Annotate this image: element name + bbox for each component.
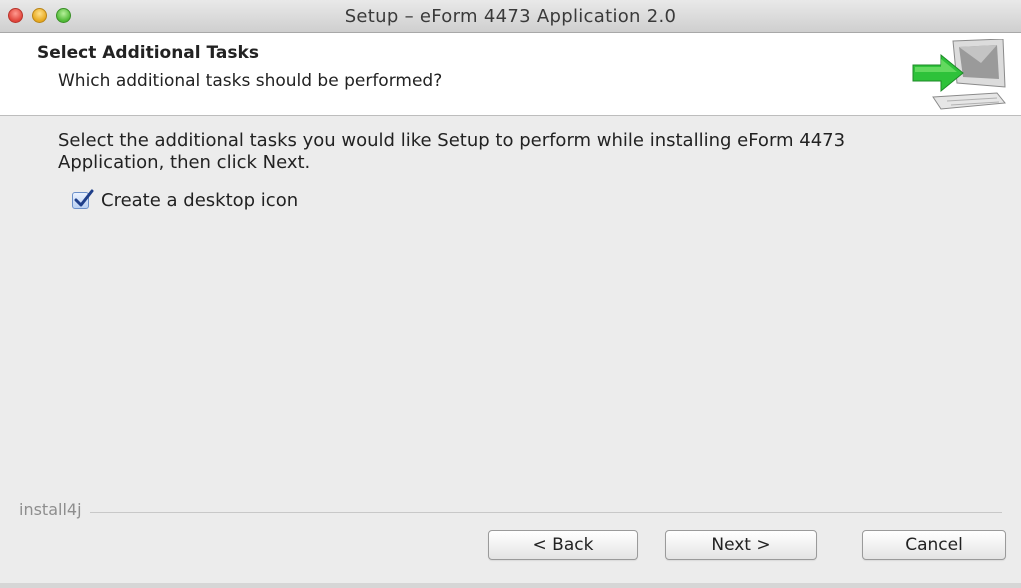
- title-bar[interactable]: Setup – eForm 4473 Application 2.0: [0, 0, 1021, 33]
- footer-divider: [19, 512, 1002, 513]
- setup-wizard-computer-arrow-icon: [912, 39, 1006, 110]
- task-create-desktop-icon[interactable]: Create a desktop icon: [72, 188, 298, 212]
- window-title: Setup – eForm 4473 Application 2.0: [344, 6, 677, 27]
- desktop-icon-checkbox[interactable]: [72, 189, 94, 209]
- window-bottom-edge: [0, 583, 1021, 588]
- instructions-text: Select the additional tasks you would li…: [58, 130, 846, 173]
- wizard-header: Select Additional Tasks Which additional…: [0, 33, 1021, 116]
- installer-brand: install4j: [19, 500, 90, 519]
- desktop-icon-label: Create a desktop icon: [101, 189, 299, 211]
- next-button[interactable]: Next >: [665, 530, 817, 560]
- cancel-button[interactable]: Cancel: [862, 530, 1006, 560]
- checkmark-icon: [74, 189, 94, 206]
- installer-window: Setup – eForm 4473 Application 2.0 Selec…: [0, 0, 1021, 588]
- page-title: Select Additional Tasks: [37, 43, 259, 63]
- back-button[interactable]: < Back: [488, 530, 638, 560]
- page-subtitle: Which additional tasks should be perform…: [58, 71, 443, 91]
